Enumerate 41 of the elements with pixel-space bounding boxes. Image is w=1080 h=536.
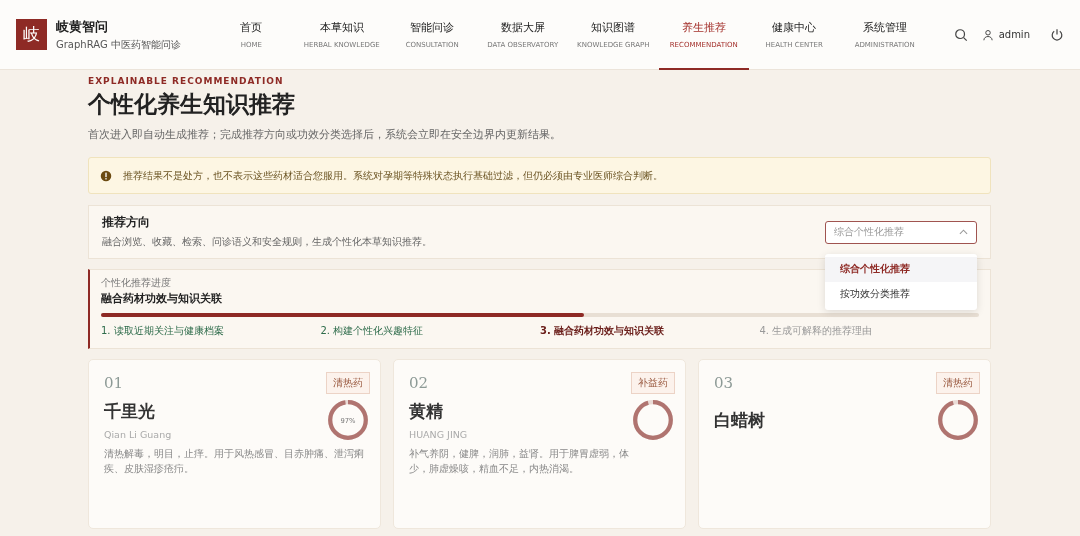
progress-title: 融合药材功效与知识关联 — [101, 292, 222, 306]
progress-step: 1. 读取近期关注与健康档案 — [101, 324, 321, 338]
dropdown-option[interactable]: 综合个性化推荐 — [825, 256, 977, 282]
category-tag: 补益药 — [631, 372, 675, 394]
progress-caption: 个性化推荐进度 — [101, 276, 172, 290]
match-ring — [936, 398, 980, 442]
dropdown-option[interactable]: 按功效分类推荐 — [825, 281, 977, 307]
herb-name: 千里光 — [104, 400, 156, 423]
herb-name: 黄精 — [409, 400, 444, 423]
match-ring — [631, 398, 675, 442]
section-eyebrow: EXPLAINABLE RECOMMENDATION — [88, 76, 285, 86]
herb-description: 少，肺虚燥咳，精血不足，内热消渴。 — [409, 462, 580, 476]
direction-description: 融合浏览、收藏、检索、问诊语义和安全规则，生成个性化本草知识推荐。 — [102, 235, 432, 249]
brand-subtitle: GraphRAG 中医药智能问诊 — [56, 37, 181, 52]
herb-description: 补气养阴，健脾，润肺，益肾。用于脾胃虚弱，体 — [409, 447, 630, 461]
card-index: 02 — [409, 374, 429, 392]
warning-icon — [100, 169, 112, 182]
herb-name: 白蜡树 — [714, 408, 765, 432]
card-index: 01 — [104, 374, 124, 392]
user-icon — [981, 28, 994, 41]
herb-description: 清热解毒，明目，止痒。用于风热感冒、目赤肿痛、泄泻痢疾、皮肤湿疹疮疖。 — [104, 447, 365, 476]
progress-step: 2. 构建个性化兴趣特征 — [320, 324, 540, 338]
user-menu[interactable]: admin — [981, 28, 1030, 41]
herb-card[interactable]: 02 补益药 黄精 HUANG JING 补气养阴，健脾，润肺，益肾。用于脾胃虚弱，体 少，肺虚燥咳，精血不足，内热消渴。 — [393, 359, 686, 529]
progress-step: 3. 融合药材功效与知识关联 — [540, 324, 760, 338]
category-tag: 清热药 — [936, 372, 980, 394]
brand-name: 岐黄智问 — [56, 17, 109, 36]
caret-icon — [959, 229, 968, 235]
herb-card[interactable]: 03 清热药 白蜡树 — [698, 359, 991, 529]
power-icon[interactable] — [1050, 27, 1064, 42]
card-index: 03 — [714, 374, 734, 392]
logo: 岐 — [16, 19, 47, 50]
category-tag: 清热药 — [326, 372, 370, 394]
progress-step: 4. 生成可解释的推荐理由 — [759, 324, 979, 338]
direction-title: 推荐方向 — [102, 215, 151, 230]
intro-text: 首次进入即自动生成推荐；完成推荐方向或功效分类选择后，系统会立即在安全边界内更新结果。 — [88, 127, 562, 143]
herb-pinyin: Qian Li Guang — [104, 429, 172, 440]
notice-text: 推荐结果不是处方，也不表示这些药材适合您服用。系统对孕期等特殊状态执行基础过滤，但仍必须由专业医师综合判断。 — [123, 168, 663, 183]
herb-pinyin: HUANG JING — [409, 429, 468, 440]
search-icon[interactable] — [953, 27, 968, 42]
page-title: 个性化养生知识推荐 — [88, 89, 296, 119]
